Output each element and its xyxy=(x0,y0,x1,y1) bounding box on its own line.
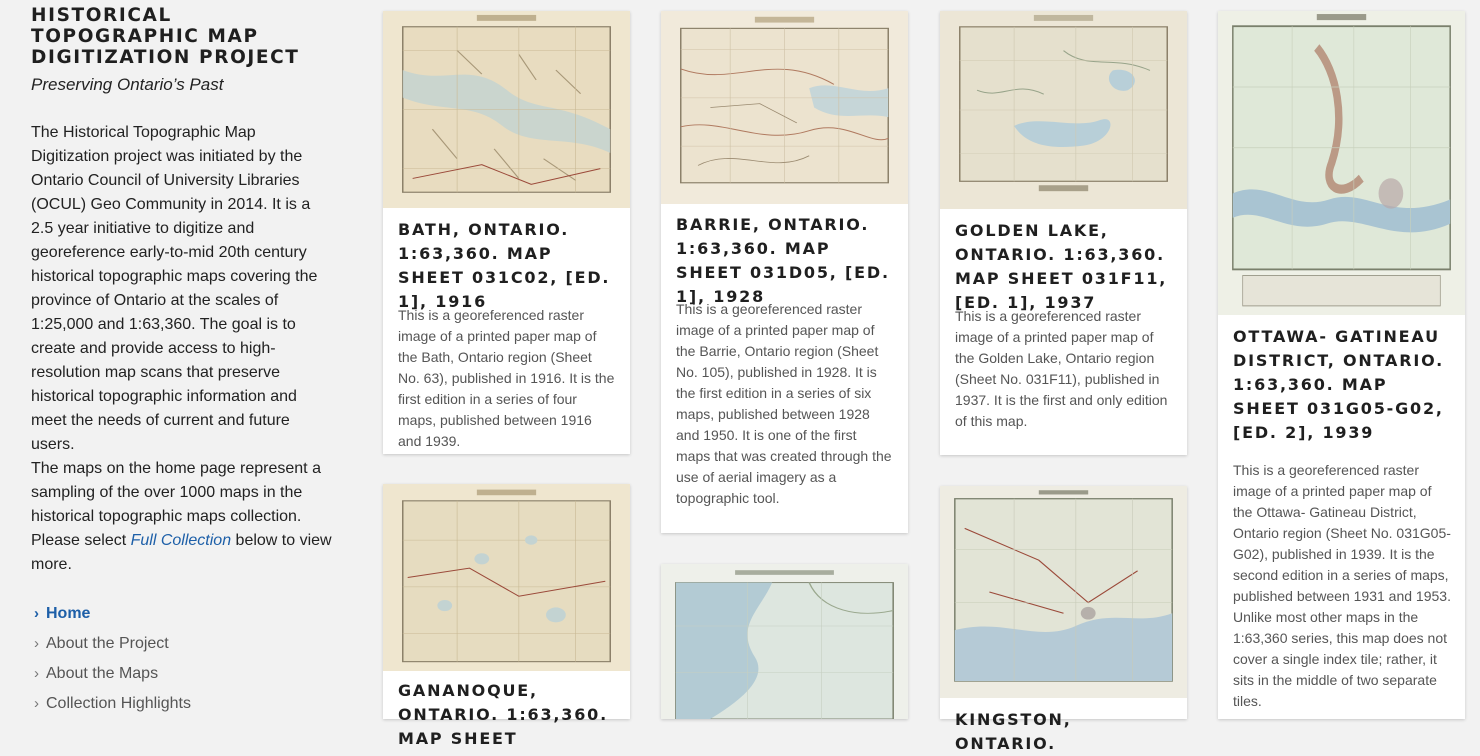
map-card-description: This is a georeferenced raster image of … xyxy=(398,307,615,449)
nav-item-about-project[interactable]: › About the Project xyxy=(34,632,191,662)
map-card-title[interactable]: Golden Lake, Ontario. 1:63,360. Map shee… xyxy=(955,219,1175,315)
nav-item-label: Home xyxy=(46,605,91,622)
map-thumbnail[interactable] xyxy=(661,11,908,204)
sidebar: Historical Topographic Map Digitization … xyxy=(0,0,345,719)
map-card-golden-lake[interactable]: Golden Lake, Ontario. 1:63,360. Map shee… xyxy=(940,11,1187,455)
map-card-gananoque[interactable]: Gananoque, Ontario. 1:63,360. Map sheet xyxy=(383,484,630,748)
map-thumbnail[interactable] xyxy=(661,564,908,719)
sampling-paragraph: The maps on the home page represent a sa… xyxy=(31,457,336,577)
nav-item-about-maps[interactable]: › About the Maps xyxy=(34,662,191,692)
site-title: Historical Topographic Map Digitization … xyxy=(31,5,300,68)
map-thumbnail[interactable] xyxy=(383,484,630,671)
map-thumbnail[interactable] xyxy=(383,11,630,208)
map-card-description: This is a georeferenced raster image of … xyxy=(676,301,892,506)
nav-item-label: Collection Highlights xyxy=(46,695,191,712)
map-card-title[interactable]: Barrie, Ontario. 1:63,360. Map sheet 031… xyxy=(676,213,896,309)
chevron-right-icon: › xyxy=(34,605,39,622)
nav-item-label: About the Project xyxy=(46,635,169,652)
map-card-title[interactable]: Ottawa- Gatineau District, Ontario. 1:63… xyxy=(1233,325,1453,445)
map-thumbnail[interactable] xyxy=(940,486,1187,698)
map-card-description: This is a georeferenced raster image of … xyxy=(1233,462,1451,709)
nav-item-label: About the Maps xyxy=(46,665,159,682)
map-card-title[interactable]: Gananoque, Ontario. 1:63,360. Map sheet xyxy=(398,679,618,751)
map-card-ottawa-gatineau[interactable]: Ottawa- Gatineau District, Ontario. 1:63… xyxy=(1218,11,1465,719)
map-thumbnail[interactable] xyxy=(940,11,1187,209)
map-card-title[interactable]: Bath, Ontario. 1:63,360. Map sheet 031C0… xyxy=(398,218,618,314)
chevron-right-icon: › xyxy=(34,665,39,682)
chevron-right-icon: › xyxy=(34,635,39,652)
main-nav: › Home › About the Project › About the Maps… xyxy=(34,602,191,722)
nav-item-home[interactable]: › Home xyxy=(34,602,191,632)
map-card-description: This is a georeferenced raster image of … xyxy=(955,308,1168,429)
full-collection-link[interactable]: Full Collection xyxy=(131,532,231,549)
intro-paragraph: The Historical Topographic Map Digitizat… xyxy=(31,124,318,453)
map-card-kingston[interactable]: Kingston, Ontario. xyxy=(940,486,1187,753)
map-card[interactable] xyxy=(661,564,908,719)
chevron-right-icon: › xyxy=(34,695,39,712)
map-card-title[interactable]: Kingston, Ontario. xyxy=(955,708,1175,756)
site-tagline: Preserving Ontario’s Past xyxy=(31,75,224,94)
nav-item-collection-highlights[interactable]: › Collection Highlights xyxy=(34,692,191,722)
map-card-barrie[interactable]: Barrie, Ontario. 1:63,360. Map sheet 031… xyxy=(661,11,908,533)
map-thumbnail[interactable] xyxy=(1218,11,1465,315)
map-card-bath[interactable]: Bath, Ontario. 1:63,360. Map sheet 031C0… xyxy=(383,11,630,454)
